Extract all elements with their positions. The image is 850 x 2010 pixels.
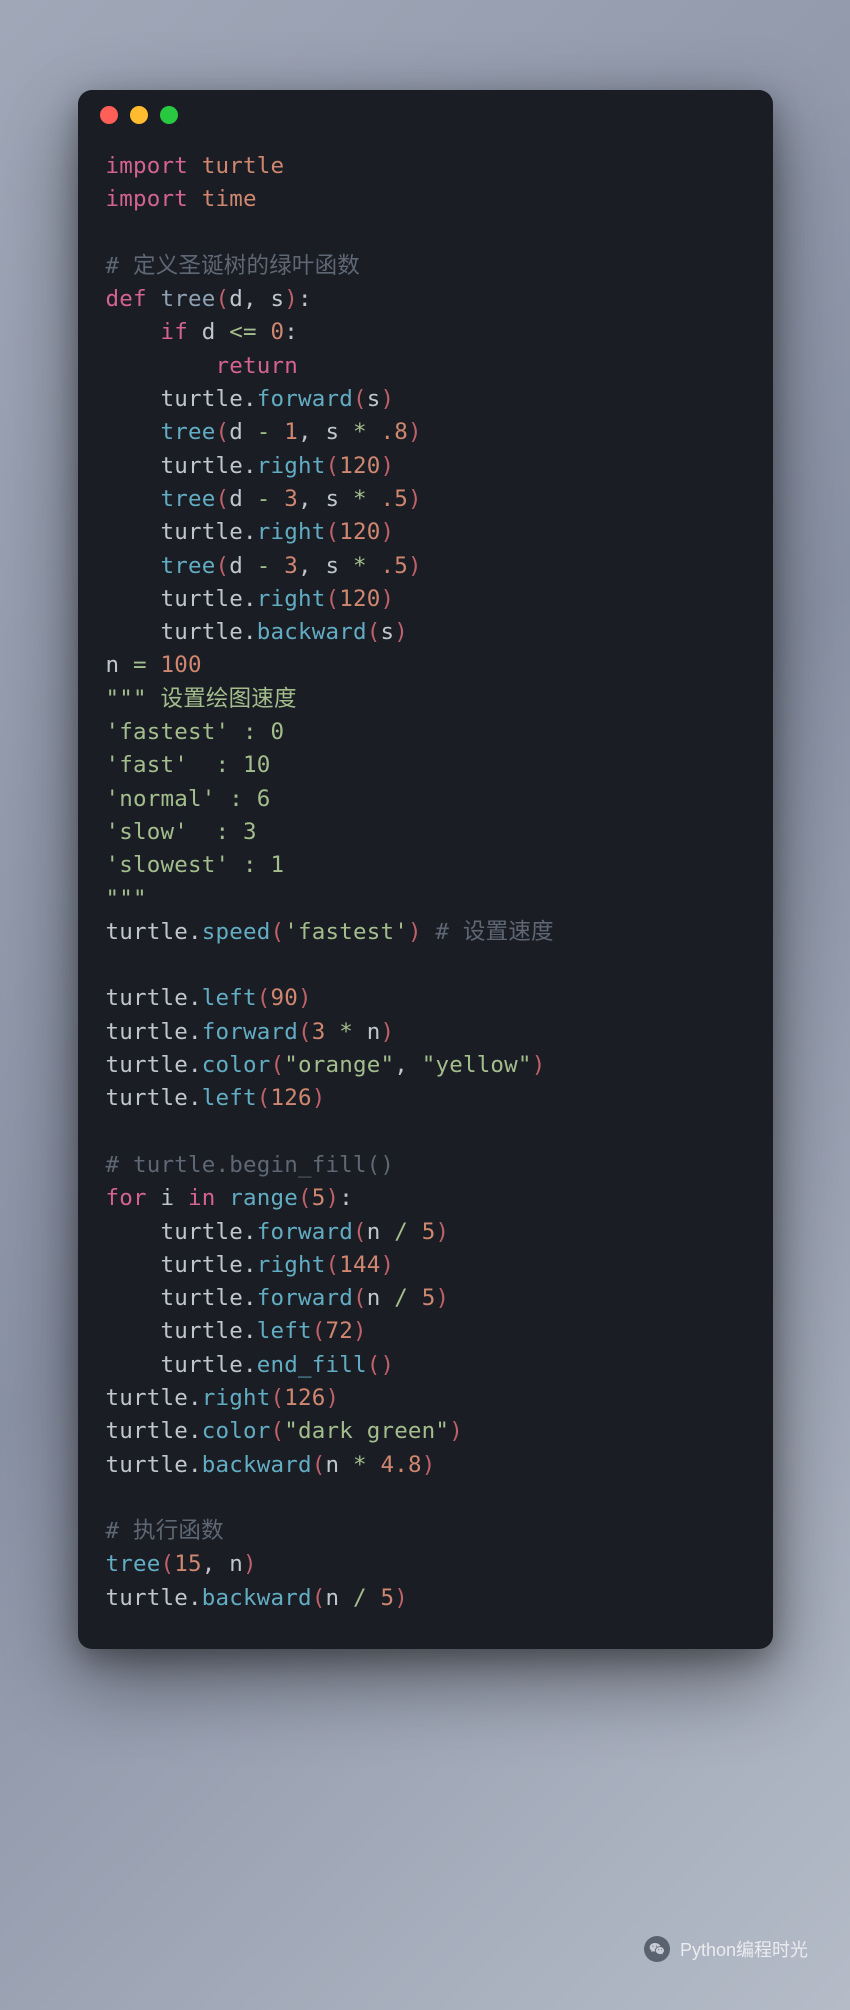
code-window: import turtle import time # 定义圣诞树的绿叶函数 d…	[78, 90, 773, 1649]
watermark-text: Python编程时光	[680, 1936, 808, 1962]
close-dot[interactable]	[100, 106, 118, 124]
module-turtle: turtle	[202, 153, 284, 179]
watermark: Python编程时光	[644, 1936, 808, 1962]
keyword-def: def	[106, 286, 147, 312]
wechat-icon	[644, 1936, 670, 1962]
keyword-import: import	[106, 153, 188, 179]
module-time: time	[202, 186, 257, 212]
keyword-if: if	[161, 319, 189, 345]
window-titlebar	[78, 90, 773, 140]
comment: # 定义圣诞树的绿叶函数	[106, 253, 361, 279]
keyword-for: for	[106, 1185, 147, 1211]
keyword-import: import	[106, 186, 188, 212]
minimize-dot[interactable]	[130, 106, 148, 124]
maximize-dot[interactable]	[160, 106, 178, 124]
keyword-return: return	[215, 353, 297, 379]
code-block: import turtle import time # 定义圣诞树的绿叶函数 d…	[78, 140, 773, 1649]
function-name: tree	[161, 286, 216, 312]
